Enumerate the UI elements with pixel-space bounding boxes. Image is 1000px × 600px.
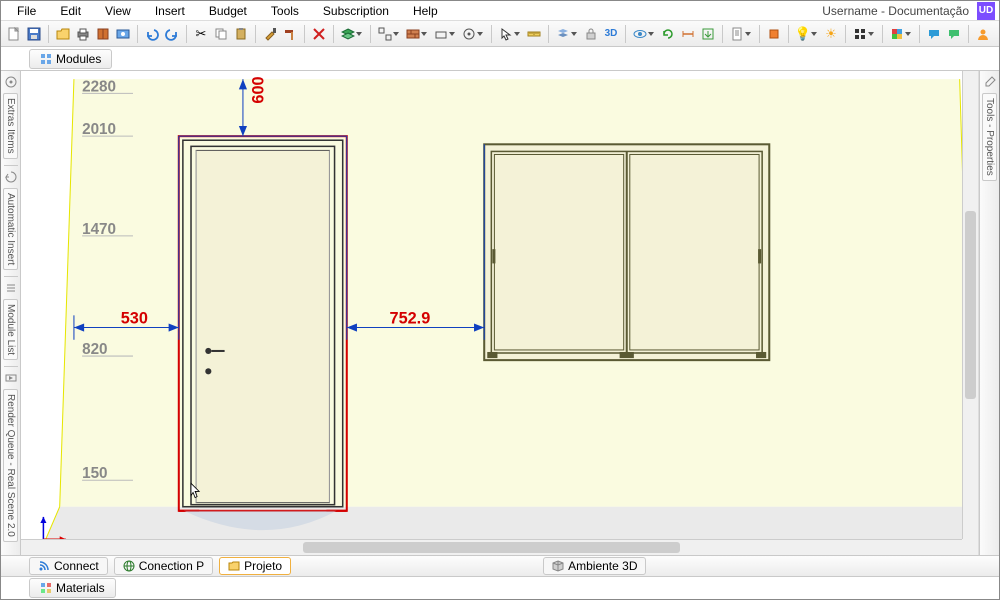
connect-tab[interactable]: Connect [29,557,108,575]
wall-icon[interactable] [404,25,422,43]
materials-row: Materials [1,577,999,599]
paste-icon[interactable] [232,25,250,43]
world-icon [123,560,135,572]
dimension-icon[interactable] [679,25,697,43]
book-icon[interactable] [94,25,112,43]
left-panel: Extras Items Automatic Insert Module Lis… [1,71,21,555]
group-icon[interactable] [376,25,394,43]
view-3d-icon[interactable]: 3D [602,25,620,43]
svg-text:600: 600 [249,76,267,103]
window-object[interactable] [484,144,769,360]
right-panel: Tools - Properties [979,71,999,555]
ruler-mark-150: 150 [82,465,107,482]
refresh-view-icon[interactable] [659,25,677,43]
paint-brush-icon[interactable] [261,25,279,43]
menu-help[interactable]: Help [401,2,450,20]
main-area: Extras Items Automatic Insert Module Lis… [1,71,999,555]
sun-icon[interactable]: ☀ [822,25,840,43]
ruler-mark-2280: 2280 [82,78,116,95]
door-object[interactable] [179,136,347,511]
layers-icon[interactable] [339,25,357,43]
drawing-canvas: 2280 2010 1470 820 150 [21,71,978,560]
screenshot-icon[interactable] [114,25,132,43]
cursor-icon[interactable] [497,25,515,43]
svg-text:530: 530 [121,309,148,327]
cube-icon [552,560,564,572]
save-icon[interactable] [25,25,43,43]
hammer-icon[interactable] [281,25,299,43]
tools-properties-tab[interactable]: Tools - Properties [982,93,997,181]
color-palette-icon[interactable] [888,25,906,43]
delete-icon[interactable] [310,25,328,43]
new-file-icon[interactable] [5,25,23,43]
folder-icon [228,560,240,572]
materials-icon [40,582,52,594]
plugin-icon[interactable] [765,25,783,43]
lock-icon[interactable] [582,25,600,43]
light-icon[interactable]: 💡 [794,25,812,43]
modules-tab-row: Modules [1,47,999,71]
ambiente-tab[interactable]: Ambiente 3D [543,557,646,575]
menu-tools[interactable]: Tools [259,2,311,20]
ambiente-tab-label: Ambiente 3D [568,559,637,573]
menubar: File Edit View Insert Budget Tools Subsc… [1,1,999,21]
conection-tab-label: Conection P [139,559,204,573]
menu-view[interactable]: View [93,2,143,20]
auto-insert-icon [4,170,18,184]
copy-icon[interactable] [212,25,230,43]
svg-text:752.9: 752.9 [390,309,431,327]
materials-tab-label: Materials [56,581,105,595]
auto-insert-tab[interactable]: Automatic Insert [3,188,18,270]
undo-icon[interactable] [143,25,161,43]
menu-budget[interactable]: Budget [197,2,259,20]
render-queue-tab[interactable]: Render Queue - Real Scene 2.0 [3,389,18,542]
ruler-mark-2010: 2010 [82,121,116,138]
extras-items-tab[interactable]: Extras Items [3,93,18,159]
tools-properties-icon [983,75,997,89]
vertical-scrollbar[interactable] [962,71,978,539]
module-list-tab[interactable]: Module List [3,299,18,360]
main-toolbar: ✂ 3D 💡 ☀ [1,21,999,47]
render-queue-icon [4,371,18,385]
user-badge-icon[interactable]: UD [977,2,995,20]
projeto-tab[interactable]: Projeto [219,557,291,575]
viewport[interactable]: 2280 2010 1470 820 150 [21,71,979,555]
materials-tab[interactable]: Materials [29,578,116,598]
account-icon[interactable] [974,25,992,43]
measure-icon[interactable] [525,25,543,43]
rss-icon [38,560,50,572]
redo-icon[interactable] [163,25,181,43]
conection-tab[interactable]: Conection P [114,557,213,575]
visibility-icon[interactable] [631,25,649,43]
menu-insert[interactable]: Insert [143,2,197,20]
menu-subscription[interactable]: Subscription [311,2,401,20]
open-icon[interactable] [54,25,72,43]
menu-edit[interactable]: Edit [48,2,93,20]
ruler-mark-820: 820 [82,341,107,358]
app-window: File Edit View Insert Budget Tools Subsc… [0,0,1000,600]
projeto-tab-label: Projeto [244,559,282,573]
print-icon[interactable] [74,25,92,43]
snap-icon[interactable] [460,25,478,43]
ruler-mark-1470: 1470 [82,221,116,238]
report-icon[interactable] [728,25,746,43]
horizontal-scrollbar[interactable] [21,539,962,555]
chat-icon[interactable] [925,25,943,43]
menu-file[interactable]: File [5,2,48,20]
modules-tab-label: Modules [56,52,101,66]
comment-icon[interactable] [945,25,963,43]
connect-tab-label: Connect [54,559,99,573]
scroll-corner [962,539,978,555]
shape-icon[interactable] [432,25,450,43]
modules-tab[interactable]: Modules [29,49,112,69]
module-list-icon [4,281,18,295]
user-label: Username - Documentação [822,4,973,18]
extras-items-icon [4,75,18,89]
stack-icon[interactable] [554,25,572,43]
cut-icon[interactable]: ✂ [192,25,210,43]
render-settings-icon[interactable] [851,25,869,43]
export-icon[interactable] [699,25,717,43]
modules-tab-icon [40,53,52,65]
